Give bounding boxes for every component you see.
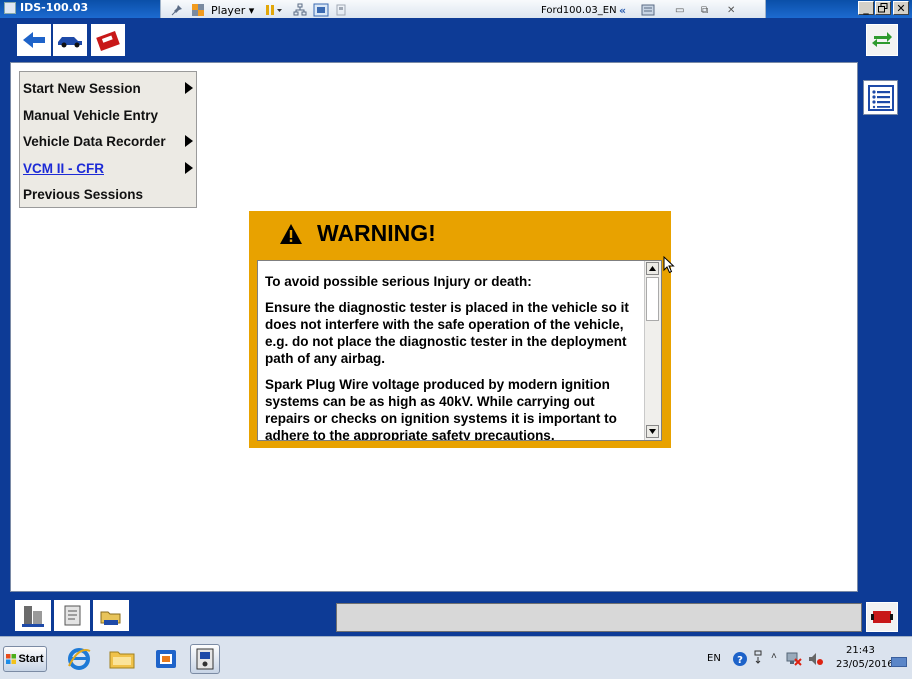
ids-app-taskbar-button[interactable] (190, 644, 220, 674)
collapse-toolbar-icon[interactable]: « (619, 3, 626, 17)
building-icon (22, 605, 44, 627)
clock-date[interactable]: 23/05/2016 (836, 659, 894, 670)
submenu-arrow-icon (185, 162, 193, 174)
file-explorer-button[interactable] (107, 644, 137, 674)
internet-explorer-icon (68, 648, 91, 670)
list-icon (867, 84, 894, 111)
warning-paragraph: Spark Plug Wire voltage produced by mode… (265, 377, 617, 441)
restore-button[interactable] (875, 1, 891, 15)
switch-button[interactable] (866, 24, 898, 56)
windows-taskbar: Start EN ? ˄ 21:43 23/05/2016 (0, 636, 912, 679)
vm-name: Ford100.03_EN (541, 4, 617, 16)
pause-icon (266, 5, 282, 15)
volume-muted-icon[interactable] (808, 652, 824, 671)
window-title-text: IDS-100.03 (20, 1, 89, 14)
back-button[interactable] (17, 24, 51, 56)
list-view-button[interactable] (863, 80, 898, 115)
player-menu-button[interactable]: Player ▾ (211, 3, 254, 17)
folder-vehicle-icon (100, 611, 121, 625)
vm-library-icon[interactable] (641, 3, 655, 17)
documents-button[interactable] (54, 600, 90, 631)
building-button[interactable] (15, 600, 51, 631)
player-restore-icon[interactable]: ⧉ (701, 3, 708, 17)
menu-item-start-new-session[interactable]: Start New Session (23, 81, 141, 96)
scroll-up-icon (649, 266, 656, 271)
back-arrow-icon (23, 32, 45, 48)
right-sidebar (858, 62, 912, 592)
help-icon[interactable]: ? (732, 651, 748, 672)
documents-icon (64, 605, 81, 625)
menu-item-vcm-ii-cfr[interactable]: VCM II - CFR (23, 161, 104, 176)
language-indicator[interactable]: EN (707, 653, 721, 664)
warning-dialog: WARNING! To avoid possible serious Injur… (249, 211, 671, 448)
clock-time[interactable]: 21:43 (846, 645, 875, 656)
restore-icon (878, 3, 888, 13)
network-status-icon[interactable] (786, 652, 802, 671)
player-menu-label: Player (211, 3, 246, 17)
submenu-arrow-icon (185, 135, 193, 147)
minimize-button[interactable]: _ (858, 1, 874, 15)
warning-title: WARNING! (317, 220, 436, 246)
internet-explorer-button[interactable] (64, 644, 94, 674)
ids-app-icon (196, 648, 214, 670)
menu-item-manual-vehicle-entry[interactable]: Manual Vehicle Entry (23, 108, 158, 123)
status-field (336, 603, 862, 632)
vehicle-tab[interactable] (53, 24, 87, 56)
player-minimize-icon[interactable]: ▭ (675, 3, 684, 17)
folder-icon (109, 651, 135, 669)
start-button[interactable]: Start (3, 646, 47, 672)
player-close-icon[interactable]: ✕ (727, 3, 735, 17)
toolbox-tab[interactable] (91, 24, 125, 56)
vmware-player-toolbar: Player ▾ Ford100.03_EN « ▭ ⧉ ✕ (160, 0, 766, 20)
start-label: Start (18, 653, 44, 665)
warning-scrollbar[interactable] (644, 261, 661, 440)
left-frame (0, 62, 10, 592)
warning-text: To avoid possible serious Injury or deat… (265, 273, 635, 441)
media-player-icon (156, 650, 176, 668)
pause-button[interactable] (265, 3, 283, 17)
menu-item-previous-sessions[interactable]: Previous Sessions (23, 187, 143, 202)
player-logo-icon[interactable] (191, 3, 205, 17)
warning-header: WARNING! (279, 220, 436, 247)
fullscreen-icon[interactable] (313, 3, 329, 17)
scroll-down-icon (649, 429, 656, 434)
session-menu: Start New Session Manual Vehicle Entry V… (19, 71, 197, 208)
mouse-cursor-icon (663, 256, 675, 274)
vcm-status-button[interactable] (866, 602, 898, 632)
warning-triangle-icon (280, 223, 302, 244)
scroll-up-button[interactable] (646, 262, 659, 275)
top-toolbar (0, 18, 912, 62)
scroll-down-button[interactable] (646, 425, 659, 438)
media-player-button[interactable] (151, 644, 181, 674)
app-icon (4, 1, 16, 14)
show-hidden-icons-icon[interactable]: ˄ (771, 651, 777, 662)
close-button[interactable]: ✕ (893, 1, 909, 15)
submenu-arrow-icon (185, 82, 193, 94)
vcm-device-icon (871, 611, 893, 623)
open-folder-button[interactable] (93, 600, 129, 631)
network-icon[interactable] (293, 3, 307, 17)
bottom-toolbar (0, 592, 912, 636)
svg-text:?: ? (737, 655, 743, 666)
show-desktop-button[interactable] (891, 657, 907, 667)
warning-paragraph: To avoid possible serious Injury or deat… (265, 274, 532, 289)
input-settings-icon[interactable] (753, 650, 763, 673)
scroll-thumb[interactable] (646, 277, 659, 321)
window-title: IDS-100.03 (4, 1, 88, 14)
vehicle-icon (58, 37, 82, 48)
toolbox-icon (96, 31, 120, 51)
unity-icon[interactable] (335, 3, 347, 17)
windows-logo-icon (6, 654, 17, 664)
warning-paragraph: Ensure the diagnostic tester is placed i… (265, 300, 629, 366)
pin-icon[interactable] (171, 3, 183, 17)
warning-text-box[interactable]: To avoid possible serious Injury or deat… (257, 260, 662, 441)
swap-arrows-icon (872, 32, 892, 47)
menu-item-vehicle-data-recorder[interactable]: Vehicle Data Recorder (23, 134, 166, 149)
